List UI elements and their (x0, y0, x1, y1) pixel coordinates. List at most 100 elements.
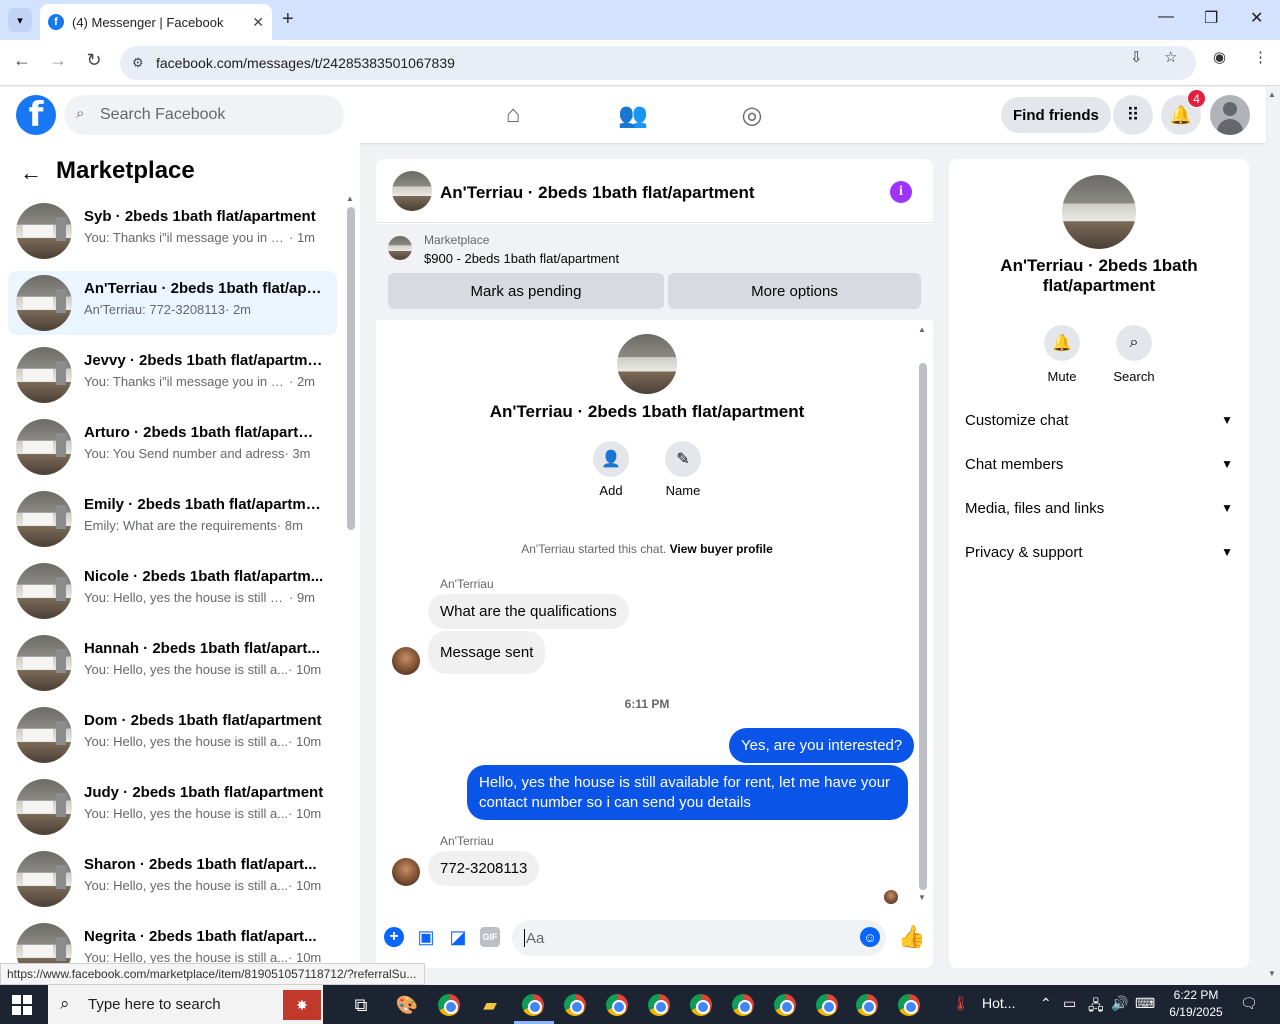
install-app-icon[interactable]: ⇩ (1130, 48, 1143, 66)
conversation-item[interactable]: Hannah · 2beds 1bath flat/apart... You: H… (8, 631, 337, 695)
bookmark-star-icon[interactable]: ☆ (1164, 48, 1177, 66)
message-bubble[interactable]: What are the qualifications (428, 594, 629, 629)
minimize-button[interactable]: — (1158, 8, 1174, 26)
sidebar-scroll-up-arrow[interactable]: ▲ (346, 194, 354, 203)
search-highlight-icon[interactable]: ✸ (283, 990, 321, 1020)
mark-as-pending-button[interactable]: Mark as pending (388, 273, 664, 309)
message-input[interactable]: Aa (512, 920, 886, 956)
photo-icon[interactable]: ▣ (416, 927, 436, 947)
weather-text[interactable]: Hot... (982, 995, 1015, 1011)
chrome-icon[interactable] (434, 990, 464, 1020)
plus-icon[interactable]: + (384, 927, 404, 947)
more-options-button[interactable]: More options (668, 273, 921, 309)
sticker-icon[interactable]: ◪ (448, 927, 468, 947)
thumbs-up-icon[interactable]: 👍 (898, 924, 925, 950)
address-bar[interactable]: ⚙ facebook.com/messages/t/24285383501067… (120, 46, 1196, 80)
network-icon[interactable]: 🖧 (1088, 995, 1104, 1019)
chrome-profile-icon[interactable] (644, 990, 674, 1020)
sender-avatar[interactable] (392, 647, 420, 675)
back-arrow-icon[interactable]: ← (20, 160, 42, 186)
conversation-item[interactable]: Arturo · 2beds 1bath flat/apartm... You: … (8, 415, 337, 479)
profile-icon[interactable]: ◉ (1213, 48, 1226, 66)
groups-icon[interactable]: ◎ (737, 101, 767, 130)
close-window-button[interactable]: ✕ (1250, 8, 1263, 28)
message-bubble[interactable]: 772-3208113 (428, 851, 540, 886)
chrome-profile-icon[interactable] (686, 990, 716, 1020)
chat-scrollbar[interactable] (919, 363, 927, 890)
taskbar-search-input[interactable]: ⌕ Type here to search (48, 985, 323, 1024)
chat-title[interactable]: An'Terriau · 2beds 1bath flat/apartment (440, 183, 755, 203)
chrome-profile-icon[interactable] (852, 990, 882, 1020)
my-message-bubble[interactable]: Hello, yes the house is still available … (467, 765, 908, 820)
chat-members-row[interactable]: Chat members ▼ (965, 446, 1233, 482)
conversation-item[interactable]: Negrita · 2beds 1bath flat/apart... You: … (8, 919, 337, 965)
chrome-profile-icon[interactable] (560, 990, 590, 1020)
add-people-action[interactable]: 👤 Add (581, 441, 641, 498)
conversation-item[interactable]: Judy · 2beds 1bath flat/apartment You: He… (8, 775, 337, 839)
keyboard-icon[interactable]: ⌨ (1135, 995, 1155, 1012)
gif-icon[interactable]: GIF (480, 927, 500, 947)
facebook-search-input[interactable]: ⌕ Search Facebook (64, 95, 344, 135)
conversation-item[interactable]: Dom · 2beds 1bath flat/apartment You: Hel… (8, 703, 337, 767)
chrome-profile-icon[interactable] (728, 990, 758, 1020)
conversation-preview: You: Hello, yes the house is still a...·… (84, 878, 324, 893)
chat-scroll-up-arrow[interactable]: ▲ (918, 325, 926, 334)
meet-now-icon[interactable]: ▭ (1063, 995, 1076, 1012)
chrome-profile-icon[interactable] (894, 990, 924, 1020)
page-scroll-down-arrow[interactable]: ▼ (1268, 969, 1276, 978)
facebook-logo-icon[interactable]: f (16, 95, 56, 135)
conversation-item[interactable]: Emily · 2beds 1bath flat/apartme... Emily… (8, 487, 337, 551)
back-button[interactable]: ← (10, 50, 34, 71)
media-files-links-row[interactable]: Media, files and links ▼ (965, 490, 1233, 526)
listing-title[interactable]: $900 - 2beds 1bath flat/apartment (424, 251, 619, 266)
emoji-icon[interactable]: ☺ (860, 927, 880, 947)
new-tab-button[interactable]: + (282, 8, 294, 31)
notification-center-icon[interactable]: 🗨 (1240, 995, 1258, 1012)
search-action[interactable]: ⌕ Search (1104, 325, 1164, 384)
task-view-icon[interactable]: ⧉ (346, 990, 376, 1020)
site-info-icon[interactable]: ⚙ (132, 55, 144, 71)
privacy-support-row[interactable]: Privacy & support ▼ (965, 534, 1233, 570)
chrome-profile-icon[interactable] (602, 990, 632, 1020)
mute-action[interactable]: 🔔 Mute (1032, 325, 1092, 384)
home-icon[interactable]: ⌂ (498, 101, 528, 129)
chrome-profile-icon[interactable] (770, 990, 800, 1020)
forward-button[interactable]: → (46, 50, 70, 71)
listing-thumbnail[interactable] (388, 236, 412, 260)
show-hidden-icons[interactable]: ⌃ (1040, 995, 1052, 1012)
conversation-item[interactable]: Sharon · 2beds 1bath flat/apart... You: H… (8, 847, 337, 911)
menu-grid-icon[interactable]: ⠿ (1113, 95, 1153, 135)
volume-icon[interactable]: 🔊 (1111, 995, 1128, 1012)
restore-button[interactable]: ❐ (1204, 8, 1218, 28)
browser-tab[interactable]: f (4) Messenger | Facebook ✕ (40, 4, 272, 40)
info-icon[interactable]: i (890, 181, 912, 203)
name-chat-action[interactable]: ✎ Name (653, 441, 713, 498)
conversation-item[interactable]: Nicole · 2beds 1bath flat/apartm... You: … (8, 559, 337, 623)
search-label: Search (1113, 369, 1155, 384)
page-scroll-up-arrow[interactable]: ▲ (1268, 90, 1276, 99)
friends-icon[interactable]: 👥 (618, 101, 648, 130)
system-clock[interactable]: 6:22 PM 6/19/2025 (1163, 987, 1229, 1021)
windows-start-icon[interactable] (12, 995, 32, 1015)
chrome-profile-icon[interactable] (812, 990, 842, 1020)
account-avatar[interactable] (1210, 95, 1250, 135)
chat-avatar[interactable] (392, 171, 432, 211)
message-bubble[interactable]: Message sent (428, 631, 546, 674)
chrome-profile-icon[interactable] (518, 990, 548, 1020)
file-explorer-icon[interactable]: ▰ (475, 990, 505, 1020)
conversation-item[interactable]: An'Terriau · 2beds 1bath flat/apa... An'T… (8, 271, 337, 335)
paint-icon[interactable]: 🎨 (392, 990, 422, 1020)
close-tab-icon[interactable]: ✕ (252, 14, 264, 31)
my-message-bubble[interactable]: Yes, are you interested? (729, 728, 915, 763)
sidebar-scrollbar[interactable] (347, 207, 355, 530)
find-friends-button[interactable]: Find friends (1001, 97, 1111, 133)
tab-search-button[interactable]: ▾ (8, 8, 32, 32)
customize-chat-row[interactable]: Customize chat ▼ (965, 402, 1233, 438)
conversation-item[interactable]: Syb · 2beds 1bath flat/apartment You: Tha… (8, 199, 337, 263)
sender-avatar[interactable] (392, 858, 420, 886)
chat-scroll-down-arrow[interactable]: ▼ (918, 893, 926, 902)
conversation-item[interactable]: Jevvy · 2beds 1bath flat/apartme... You: … (8, 343, 337, 407)
reload-button[interactable]: ↻ (82, 50, 106, 71)
view-buyer-profile-link[interactable]: View buyer profile (670, 542, 773, 556)
browser-menu-icon[interactable]: ⋮ (1253, 48, 1268, 66)
